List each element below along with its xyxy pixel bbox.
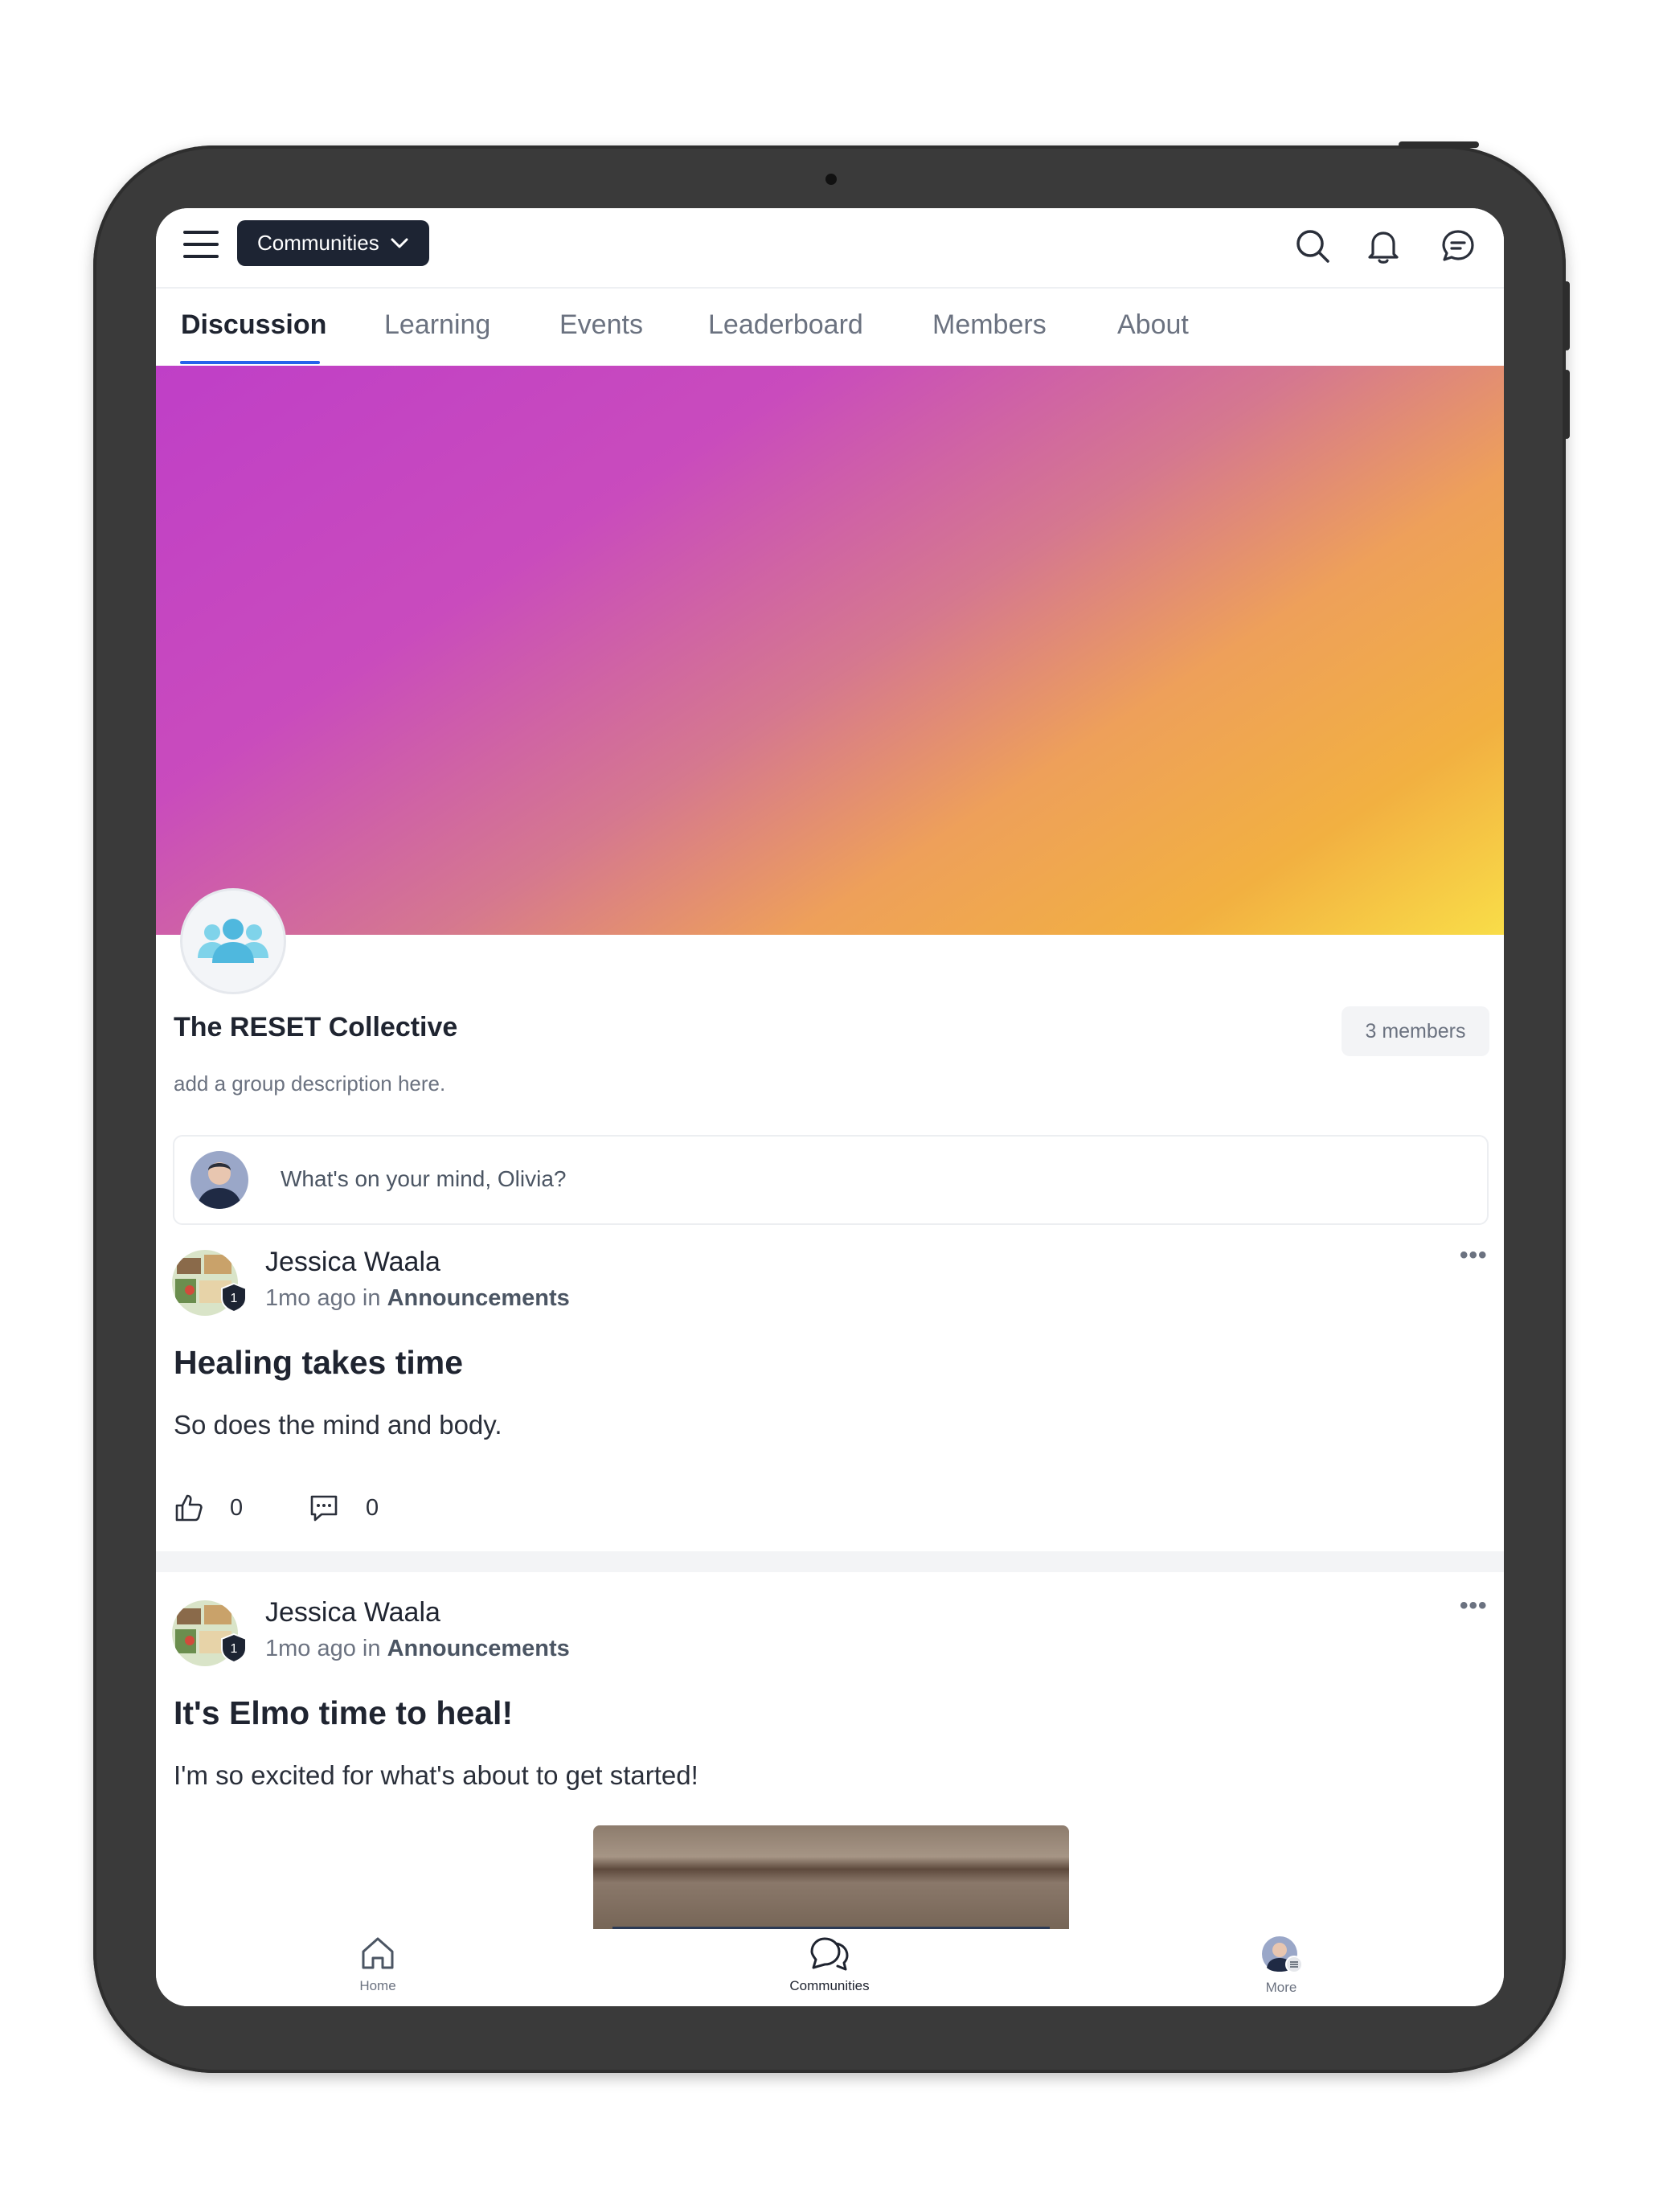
post-category-link[interactable]: Announcements xyxy=(387,1636,570,1661)
post-meta-in: in xyxy=(362,1636,381,1661)
post-title[interactable]: It's Elmo time to heal! xyxy=(174,1694,513,1732)
active-tab-indicator xyxy=(180,361,320,364)
community-switcher-label: Communities xyxy=(257,231,379,255)
home-icon xyxy=(362,1937,394,1969)
svg-text:1: 1 xyxy=(231,1642,238,1656)
menu-icon[interactable] xyxy=(183,231,219,260)
messages-icon[interactable] xyxy=(1440,227,1477,264)
device-top-button xyxy=(1399,141,1479,148)
communities-icon xyxy=(810,1937,849,1971)
members-count-badge[interactable]: 3 members xyxy=(1342,1006,1489,1056)
tab-events[interactable]: Events xyxy=(559,309,643,341)
post-time: 1mo ago xyxy=(265,1636,356,1661)
level-badge-icon: 1 xyxy=(221,1632,247,1663)
post-composer[interactable]: What's on your mind, Olivia? xyxy=(173,1135,1489,1225)
comment-button[interactable]: 0 xyxy=(308,1493,379,1523)
tab-members[interactable]: Members xyxy=(932,309,1047,341)
post-meta: 1mo ago in Announcements xyxy=(265,1636,570,1662)
comment-icon xyxy=(310,1495,338,1522)
device-side-button xyxy=(1563,281,1570,350)
post-body: I'm so excited for what's about to get s… xyxy=(174,1760,698,1790)
author-name[interactable]: Jessica Waala xyxy=(265,1597,440,1628)
front-camera xyxy=(825,174,837,185)
nav-home[interactable]: Home xyxy=(297,1934,458,1994)
nav-home-label: Home xyxy=(359,1978,396,1993)
profile-avatar xyxy=(1262,1936,1303,1973)
post-category-link[interactable]: Announcements xyxy=(387,1285,570,1311)
post-meta-in: in xyxy=(362,1285,381,1311)
bottom-navigation: Home Communities More xyxy=(156,1929,1504,2006)
post-title[interactable]: Healing takes time xyxy=(174,1344,463,1382)
top-bar: Communities xyxy=(156,208,1504,289)
like-button[interactable]: 0 xyxy=(174,1493,243,1523)
community-switcher-button[interactable]: Communities xyxy=(237,220,429,266)
tab-bar: Discussion Learning Events Leaderboard M… xyxy=(156,289,1504,366)
post-divider xyxy=(156,1551,1504,1572)
group-description: add a group description here. xyxy=(174,1071,446,1096)
more-options-button[interactable]: ••• xyxy=(1460,1592,1488,1620)
bell-icon[interactable] xyxy=(1365,227,1402,264)
thumbs-up-icon xyxy=(175,1494,203,1522)
tab-leaderboard[interactable]: Leaderboard xyxy=(708,309,863,341)
comment-count: 0 xyxy=(366,1494,379,1521)
tab-about[interactable]: About xyxy=(1117,309,1189,341)
more-options-button[interactable]: ••• xyxy=(1460,1242,1488,1269)
nav-communities[interactable]: Communities xyxy=(749,1934,910,1994)
chevron-down-icon xyxy=(391,238,408,248)
tab-learning[interactable]: Learning xyxy=(384,309,490,341)
group-name: The RESET Collective xyxy=(174,1012,458,1043)
app-screen: Communities Discussion Learning Events L… xyxy=(156,208,1504,2006)
post-body: So does the mind and body. xyxy=(174,1410,502,1440)
like-count: 0 xyxy=(230,1494,244,1521)
post-time: 1mo ago xyxy=(265,1285,356,1311)
nav-more-label: More xyxy=(1265,1980,1297,1995)
composer-placeholder: What's on your mind, Olivia? xyxy=(281,1166,567,1191)
search-icon[interactable] xyxy=(1294,227,1331,264)
group-avatar xyxy=(180,888,286,994)
group-cover-banner xyxy=(156,366,1504,935)
user-avatar xyxy=(190,1151,248,1209)
level-badge-icon: 1 xyxy=(221,1282,247,1313)
group-people-icon xyxy=(198,919,268,963)
tab-discussion[interactable]: Discussion xyxy=(181,309,326,341)
author-name[interactable]: Jessica Waala xyxy=(265,1247,440,1278)
nav-communities-label: Communities xyxy=(789,1978,870,1993)
post-meta: 1mo ago in Announcements xyxy=(265,1285,570,1312)
device-side-button xyxy=(1563,370,1570,439)
post-image[interactable] xyxy=(593,1825,1069,1930)
svg-text:1: 1 xyxy=(231,1292,238,1305)
nav-more[interactable]: More xyxy=(1201,1934,1362,1996)
